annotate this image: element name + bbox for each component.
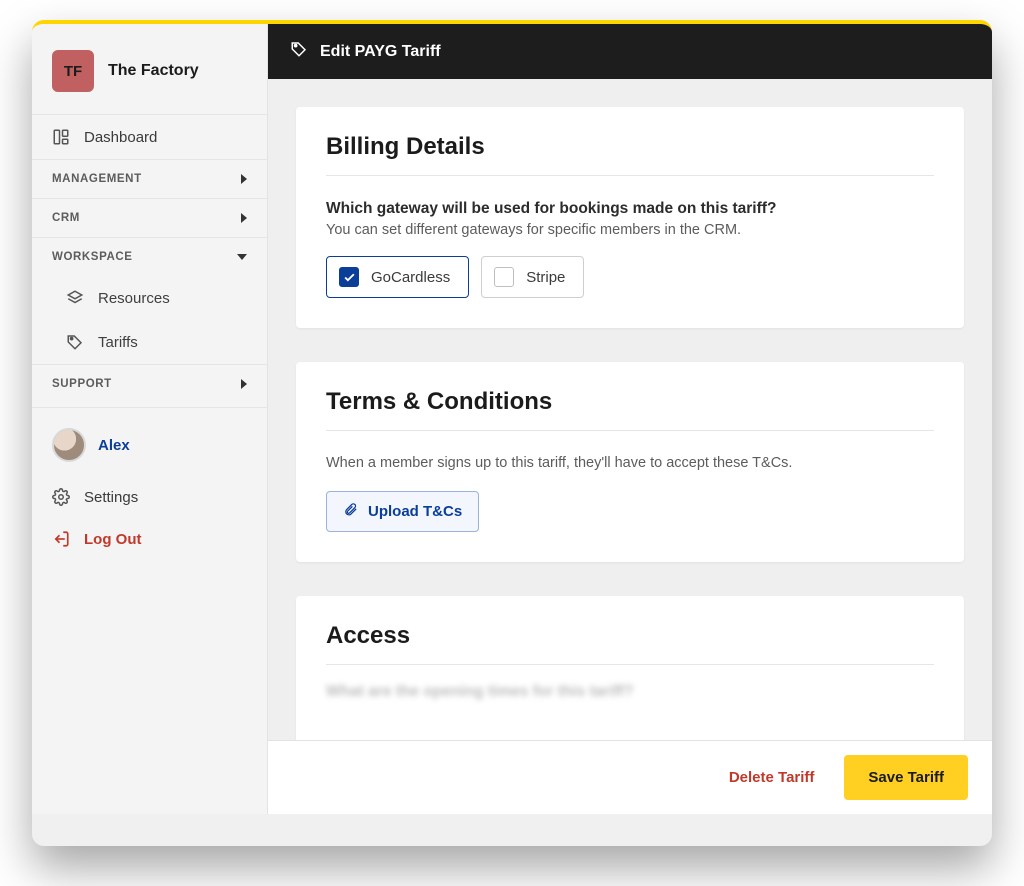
sidebar-item-dashboard[interactable]: Dashboard [32,114,267,159]
org-name: The Factory [108,62,199,80]
app-body: TF The Factory Dashboard MANAGEMENT CRM … [32,24,992,814]
section-label: MANAGEMENT [52,173,142,185]
sidebar-section-crm[interactable]: CRM [32,198,267,237]
sidebar-item-settings[interactable]: Settings [32,476,267,518]
page-header: Edit PAYG Tariff [268,24,992,79]
tag-icon [66,333,84,351]
chevron-right-icon [241,174,247,184]
checkbox-icon [339,267,359,287]
gateway-option-gocardless[interactable]: GoCardless [326,256,469,298]
content: Billing Details Which gateway will be us… [268,79,992,814]
gear-icon [52,488,70,506]
sidebar-item-label: Tariffs [98,334,138,351]
sidebar-item-label: Settings [84,489,138,506]
checkbox-icon [494,267,514,287]
user-block[interactable]: Alex [32,407,267,476]
gateway-label: GoCardless [371,269,450,286]
gateway-label: Stripe [526,269,565,286]
sidebar: TF The Factory Dashboard MANAGEMENT CRM … [32,24,268,814]
card-billing: Billing Details Which gateway will be us… [296,107,964,328]
paperclip-icon [343,502,358,521]
gateway-options: GoCardless Stripe [326,256,934,298]
page-title: Edit PAYG Tariff [320,43,441,61]
user-name: Alex [98,437,130,454]
card-heading: Terms & Conditions [326,388,934,431]
billing-help: You can set different gateways for speci… [326,222,934,238]
save-tariff-button[interactable]: Save Tariff [844,755,968,800]
terms-description: When a member signs up to this tariff, t… [326,455,934,471]
chevron-right-icon [241,213,247,223]
button-label: Upload T&Cs [368,503,462,520]
main: Edit PAYG Tariff Billing Details Which g… [268,24,992,814]
dashboard-icon [52,128,70,146]
section-label: WORKSPACE [52,251,133,263]
chevron-down-icon [237,254,247,260]
card-terms: Terms & Conditions When a member signs u… [296,362,964,562]
access-question-blurred: What are the opening times for this tari… [326,683,934,701]
chevron-right-icon [241,379,247,389]
sidebar-item-logout[interactable]: Log Out [32,518,267,560]
sidebar-item-tariffs[interactable]: Tariffs [32,320,267,364]
upload-tcs-button[interactable]: Upload T&Cs [326,491,479,532]
org-badge: TF [52,50,94,92]
delete-tariff-button[interactable]: Delete Tariff [721,759,823,796]
org-block[interactable]: TF The Factory [32,42,267,114]
sidebar-section-workspace[interactable]: WORKSPACE [32,237,267,276]
layers-icon [66,289,84,307]
app-window: TF The Factory Dashboard MANAGEMENT CRM … [32,20,992,846]
billing-question: Which gateway will be used for bookings … [326,200,934,218]
sidebar-section-management[interactable]: MANAGEMENT [32,159,267,198]
section-label: CRM [52,212,80,224]
card-heading: Access [326,622,934,665]
logout-icon [52,530,70,548]
sidebar-item-label: Resources [98,290,170,307]
tag-icon [290,40,308,63]
card-access: Access What are the opening times for th… [296,596,964,761]
sidebar-item-label: Dashboard [84,129,157,146]
section-label: SUPPORT [52,378,112,390]
footer-bar: Delete Tariff Save Tariff [268,740,992,814]
sidebar-section-support[interactable]: SUPPORT [32,364,267,403]
sidebar-item-resources[interactable]: Resources [32,276,267,320]
sidebar-item-label: Log Out [84,531,141,548]
gateway-option-stripe[interactable]: Stripe [481,256,584,298]
avatar [52,428,86,462]
card-heading: Billing Details [326,133,934,176]
